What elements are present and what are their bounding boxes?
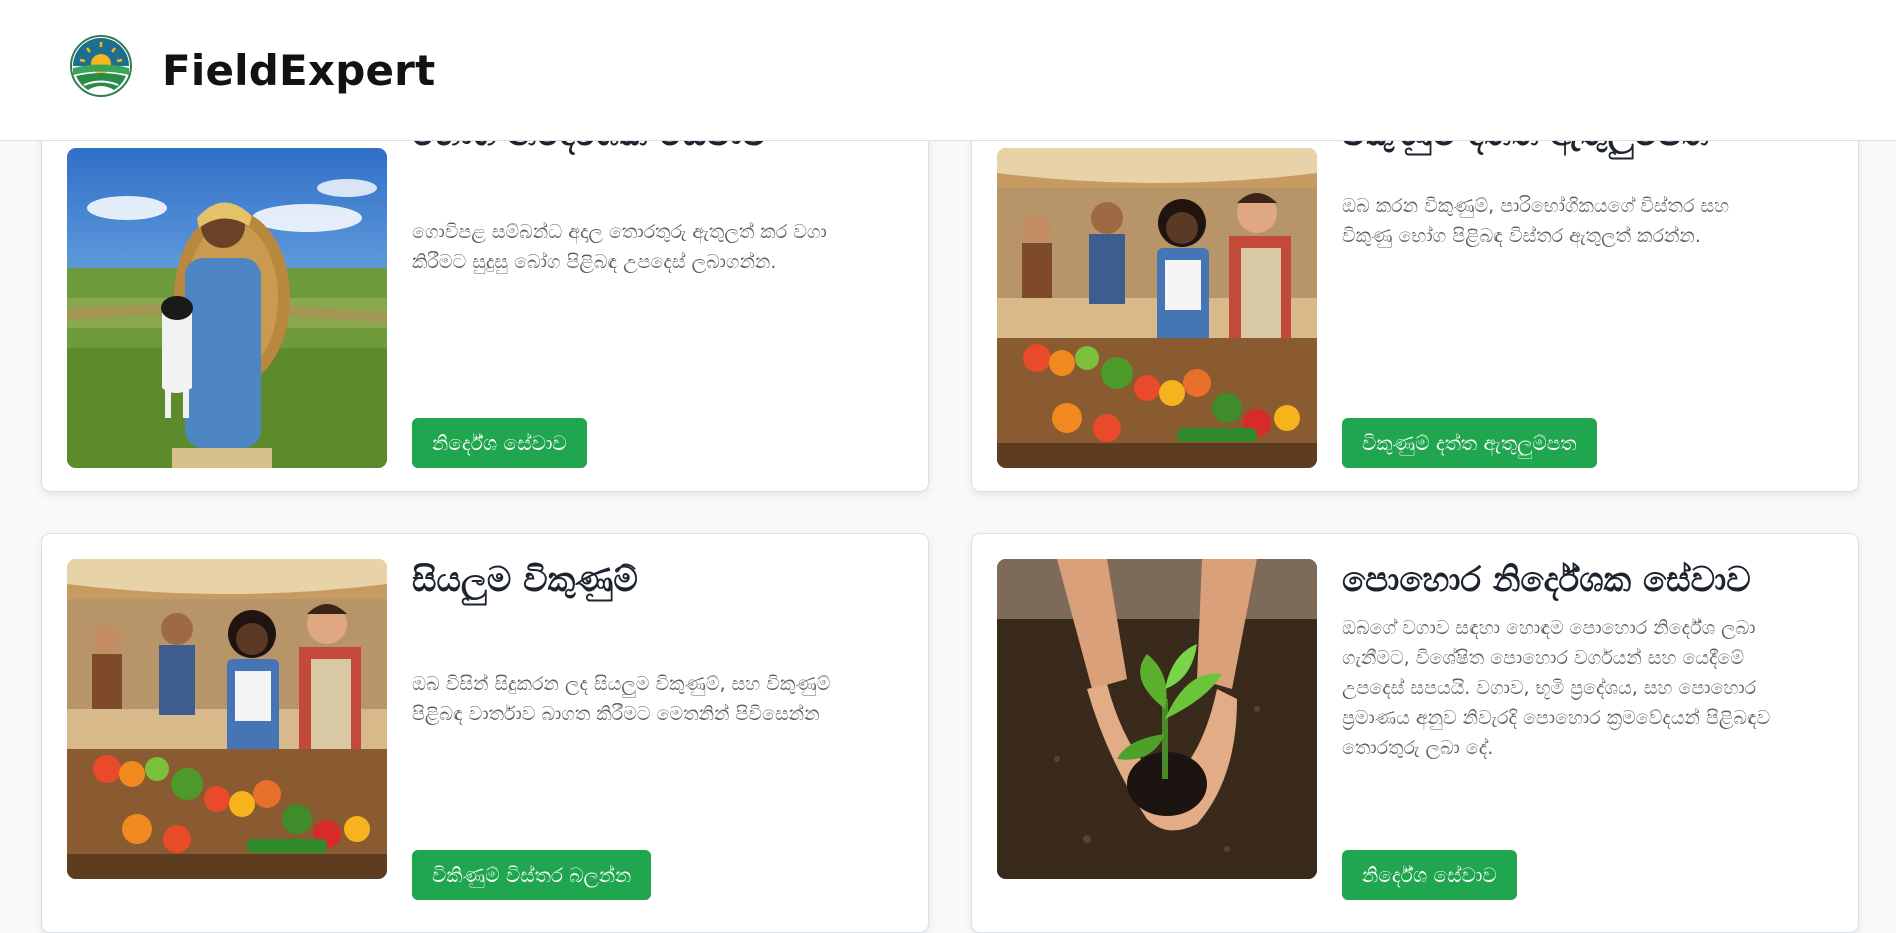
vendors-at-vegetable-market-image: [997, 148, 1317, 468]
sun-over-field-logo-icon[interactable]: [70, 35, 132, 97]
fertilizer-recommendation-button[interactable]: නිර්දේශ සේවාව: [1342, 850, 1517, 900]
card-title: පොහොර නිර්දේශක සේවාව: [1342, 560, 1751, 600]
vendors-at-vegetable-market-image: [67, 559, 387, 879]
card-description: ඔබගේ වගාව සඳහා හොඳම පොහොර නිර්දේශ ලබා ගැ…: [1342, 617, 1771, 759]
view-sales-details-button[interactable]: විකිණුම් විස්තර බලන්න: [412, 850, 652, 900]
sales-data-entry-button[interactable]: විකුණුම් දත්ත ඇතුලුම්පත: [1342, 418, 1597, 468]
card-description: ගොවිපළ සම්බන්ධ අදාල තොරතුරු ඇතුලත් කර වග…: [412, 221, 827, 273]
service-card-all-sales: සියලුම විකුණුම් ඔබ විසින් සිදුකරන ලද සිය…: [41, 533, 929, 933]
card-description: ඔබ කරන විකුණුම්, පාරිභෝගිකයගේ විස්තර සහ …: [1342, 195, 1730, 247]
service-card-fertilizer-recommendation: පොහොර නිර්දේශක සේවාව ඔබගේ වගාව සඳහා හොඳම…: [971, 533, 1859, 933]
recommendation-service-button[interactable]: නිර්දේශ සේවාව: [412, 418, 587, 468]
farmer-with-basket-and-goat-image: [67, 148, 387, 468]
service-card-crop-recommendation: භෝග නිර්දේශක සේවාව ගොවිපළ සම්බන්ධ අදාල ත…: [41, 106, 929, 492]
card-title: සියලුම විකුණුම්: [412, 560, 638, 600]
brand-title[interactable]: FieldExpert: [162, 46, 435, 95]
card-description: ඔබ විසින් සිදුකරන ලද සියලුම විකුණුම්, සහ…: [412, 673, 831, 725]
top-navbar: FieldExpert: [0, 0, 1896, 141]
service-card-sales-data-entry: විකුණුම් දත්ත ඇතුලුම්පත ඔබ කරන විකුණුම්,…: [971, 106, 1859, 492]
hands-holding-seedling-image: [997, 559, 1317, 879]
